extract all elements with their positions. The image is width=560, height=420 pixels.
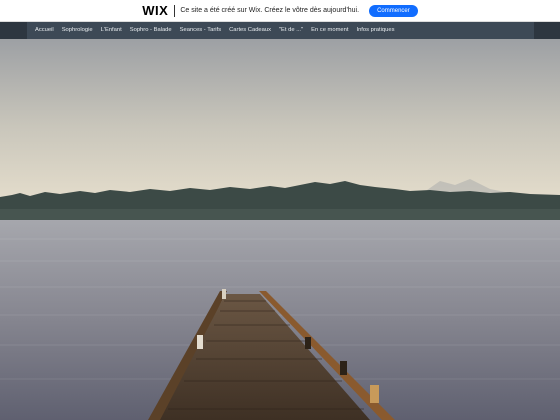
nav-item-sophro-balade[interactable]: Sophro - Balade bbox=[126, 22, 176, 39]
site-navigation: Accueil Sophrologie L'Enfant Sophro - Ba… bbox=[0, 22, 560, 39]
dock-post bbox=[370, 385, 379, 403]
dock-post bbox=[340, 361, 347, 375]
banner-message: Ce site a été créé sur Wix. Créez le vôt… bbox=[180, 7, 360, 14]
nav-item-seances-tarifs[interactable]: Seances - Tarifs bbox=[176, 22, 225, 39]
dock-post bbox=[305, 337, 311, 349]
shoreline bbox=[0, 209, 560, 221]
pier-lake-photo bbox=[0, 39, 560, 420]
nav-item-sophrologie[interactable]: Sophrologie bbox=[58, 22, 97, 39]
hero-image bbox=[0, 39, 560, 420]
nav-menu: Accueil Sophrologie L'Enfant Sophro - Ba… bbox=[27, 22, 534, 39]
start-button[interactable]: Commencer bbox=[369, 4, 418, 17]
nav-item-et-de[interactable]: "Et de ..." bbox=[275, 22, 307, 39]
dock-post bbox=[197, 335, 203, 349]
nav-item-en-ce-moment[interactable]: En ce moment bbox=[307, 22, 352, 39]
dock-post bbox=[222, 289, 226, 299]
nav-item-infos-pratiques[interactable]: Infos pratiques bbox=[352, 22, 398, 39]
wix-logo[interactable]: WIX bbox=[142, 3, 168, 18]
sky bbox=[0, 39, 560, 199]
nav-item-enfant[interactable]: L'Enfant bbox=[97, 22, 126, 39]
wix-promo-banner: WIX Ce site a été créé sur Wix. Créez le… bbox=[0, 0, 560, 22]
nav-item-cartes-cadeaux[interactable]: Cartes Cadeaux bbox=[225, 22, 275, 39]
banner-divider bbox=[174, 4, 176, 17]
nav-item-accueil[interactable]: Accueil bbox=[27, 22, 58, 39]
